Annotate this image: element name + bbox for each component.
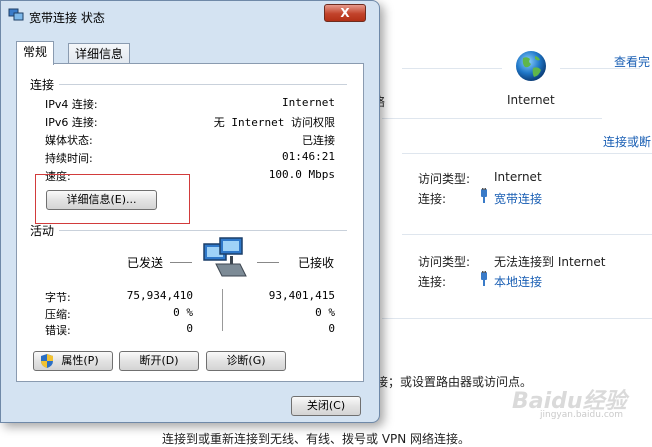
broadband-plug-icon bbox=[481, 188, 487, 203]
baidu-watermark-url: jingyan.baidu.com bbox=[540, 410, 624, 420]
network1-top-line bbox=[402, 153, 652, 154]
tab-details[interactable]: 详细信息 bbox=[68, 43, 131, 65]
sent-label: 已发送 bbox=[127, 256, 164, 270]
duration-label: 持续时间: bbox=[45, 152, 93, 165]
broadband-status-dialog: 宽带连接 状态 X 常规 详细信息 连接 IPv4 连接: Internet I… bbox=[0, 0, 380, 423]
compression-sent-value: 0 % bbox=[173, 306, 193, 319]
bytes-sent-value: 75,934,410 bbox=[126, 289, 193, 302]
diagnose-button[interactable]: 诊断(G) bbox=[206, 351, 286, 371]
duration-value: 01:46:21 bbox=[282, 150, 335, 163]
bytes-label: 字节: bbox=[45, 291, 71, 304]
network-activity-icon bbox=[203, 237, 247, 277]
properties-button[interactable]: 属性(P) bbox=[33, 351, 113, 371]
speed-value: 100.0 Mbps bbox=[268, 168, 335, 181]
internet-label: Internet bbox=[507, 93, 555, 107]
close-window-button[interactable]: X bbox=[324, 4, 366, 22]
media-state-value: 已连接 bbox=[302, 134, 335, 147]
section-divider bbox=[382, 118, 602, 119]
close-button[interactable]: 关闭(C) bbox=[291, 396, 361, 416]
network2-connection-label: 连接: bbox=[418, 275, 447, 289]
activity-group-heading: 活动 bbox=[30, 224, 55, 238]
network1-access-type-label: 访问类型: bbox=[418, 172, 471, 186]
connect-network-text: 连接到或重新连接到无线、有线、拨号或 VPN 网络连接。 bbox=[162, 432, 471, 446]
received-label: 已接收 bbox=[298, 256, 335, 270]
activity-group-line bbox=[59, 230, 347, 231]
sent-line bbox=[170, 262, 192, 263]
ipv6-label: IPv6 连接: bbox=[45, 116, 98, 129]
errors-received-value: 0 bbox=[328, 322, 335, 335]
network2-connection-link[interactable]: 本地连接 bbox=[494, 273, 542, 290]
ipv4-label: IPv4 连接: bbox=[45, 98, 98, 111]
media-state-label: 媒体状态: bbox=[45, 134, 93, 147]
disconnect-button[interactable]: 断开(D) bbox=[119, 351, 199, 371]
dialog-title: 宽带连接 状态 bbox=[29, 11, 105, 25]
network1-access-type-value: Internet bbox=[494, 170, 542, 184]
activity-vertical-line bbox=[222, 289, 223, 331]
network2-access-type-label: 访问类型: bbox=[418, 255, 471, 269]
map-line-right bbox=[560, 68, 640, 69]
errors-label: 错误: bbox=[45, 324, 71, 337]
uac-shield-icon bbox=[41, 354, 53, 368]
compression-label: 压缩: bbox=[45, 308, 71, 321]
properties-button-label: 属性(P) bbox=[61, 354, 99, 367]
received-line bbox=[257, 262, 279, 263]
network2-top-line bbox=[402, 234, 652, 235]
router-setup-text: 接；或设置路由器或访问点。 bbox=[376, 375, 533, 389]
map-line-left bbox=[402, 68, 502, 69]
network1-connection-label: 连接: bbox=[418, 192, 447, 206]
tasks-divider bbox=[382, 318, 652, 319]
bytes-received-value: 93,401,415 bbox=[268, 289, 335, 302]
errors-sent-value: 0 bbox=[186, 322, 193, 335]
dialog-titlebar[interactable]: 宽带连接 状态 X bbox=[1, 1, 379, 29]
ipv4-value: Internet bbox=[282, 96, 335, 109]
connection-group-heading: 连接 bbox=[30, 78, 55, 92]
compression-received-value: 0 % bbox=[315, 306, 335, 319]
connect-or-disconnect-link[interactable]: 连接或断 bbox=[603, 133, 651, 150]
network-monitor-icon bbox=[8, 8, 24, 21]
network2-access-type-value: 无法连接到 Internet bbox=[494, 255, 606, 269]
network1-connection-link[interactable]: 宽带连接 bbox=[494, 190, 542, 207]
tab-general[interactable]: 常规 bbox=[16, 41, 55, 65]
local-plug-icon bbox=[481, 271, 487, 286]
connection-group-line bbox=[59, 84, 347, 85]
details-highlight-box bbox=[35, 174, 190, 224]
ipv6-value: 无 Internet 访问权限 bbox=[213, 116, 335, 129]
globe-icon bbox=[516, 51, 546, 81]
